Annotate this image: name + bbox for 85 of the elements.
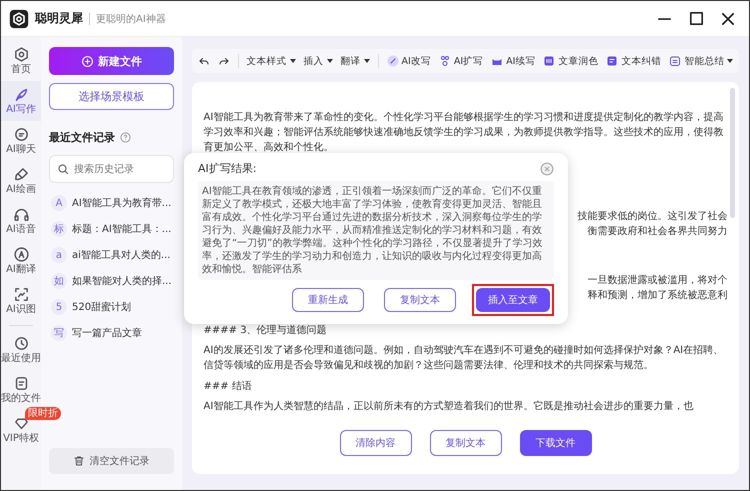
- search-field[interactable]: 搜索历史记录: [49, 155, 174, 183]
- chat-icon: [12, 126, 30, 143]
- new-file-button[interactable]: 新建文件: [49, 47, 174, 75]
- file-title: AI智能工具为教育带...: [72, 196, 172, 210]
- nav-item[interactable]: 最近使用: [1, 330, 41, 370]
- redo-button[interactable]: [218, 55, 230, 67]
- heading: #### 3、伦理与道德问题: [204, 324, 328, 338]
- file-avatar: A: [51, 195, 67, 211]
- toolbar-button[interactable]: AI改写: [386, 54, 431, 68]
- file-title: 如果智能对人类的择...: [72, 274, 172, 288]
- toolbar-button[interactable]: 智能总结: [669, 54, 734, 68]
- file-item[interactable]: A AI智能工具为教育带...: [49, 195, 174, 211]
- clear-button[interactable]: 清除内容: [340, 430, 412, 456]
- close-icon: [540, 162, 554, 176]
- app-name: 聪明灵犀: [35, 10, 83, 27]
- search-icon: [57, 163, 69, 175]
- trash-icon: [73, 455, 86, 467]
- text-line: 一旦数据泄露或被滥用，将对个: [587, 274, 728, 288]
- brush-icon: [12, 166, 30, 183]
- file-item[interactable]: a ai智能工具对人类的...: [49, 247, 174, 263]
- file-item[interactable]: 如 如果智能对人类的择...: [49, 273, 174, 289]
- minimize-icon: [658, 18, 670, 20]
- heading: ### 结语: [204, 380, 253, 394]
- paragraph: AI智能工具作为人类智慧的结晶，正以前所未有的方式塑造着我们的世界。它既是推动社会进步的重要力量，也: [204, 400, 694, 414]
- result-text: AI智能工具在教育领域的渗透，正引领着一场深刻而广泛的革命。它们不仅重新定义了教学模式，还极大地丰富了学习体验，使教育变得更加灵活、智能且富有成效。个性化学习平台通过先进的数据分析技术，深入洞察每位学生的学习行为、兴趣偏好及能力水平，从而精准推送定制化的学习材料和习题，有效避免了“一刀切”的教学弊端。这种个性化的学习路径，不仅显著提升了学习效率，还激发了学生的学习动力和创造力，让知识的吸收与内化过程变得更加高效和愉悦。智能评估系: [202, 185, 544, 276]
- clear-history-button[interactable]: 清空文件记录: [49, 448, 174, 474]
- scan-icon: [12, 286, 30, 303]
- template-button[interactable]: 选择场景模板: [49, 83, 174, 110]
- list-icon: [669, 55, 682, 67]
- close-icon: [722, 12, 734, 24]
- file-item[interactable]: 写 写一篇产品文章: [49, 325, 174, 341]
- toolbar-button[interactable]: 文章润色: [543, 54, 598, 68]
- help-icon: [120, 132, 131, 143]
- text-line: 技能要求低的岗位。这引发了社会: [577, 210, 728, 224]
- nav-item[interactable]: 首页: [1, 41, 41, 81]
- headphones-icon: [12, 206, 30, 223]
- file-avatar: 如: [51, 273, 67, 289]
- copy-button[interactable]: 复制文本: [430, 430, 502, 456]
- text-line: 释和预测，增加了系统被恶意利: [587, 288, 728, 303]
- nav-item[interactable]: AI识图: [1, 281, 41, 321]
- app-tagline: 更聪明的AI神器: [96, 12, 166, 26]
- undo-icon: [198, 55, 210, 67]
- file-avatar: 写: [51, 325, 67, 341]
- file-item[interactable]: 标 标题：AI智能工具：...: [49, 221, 174, 237]
- section-title: 最近文件记录: [49, 130, 115, 145]
- download-button[interactable]: 下载文件: [520, 430, 592, 456]
- toolbar-button[interactable]: AI续写: [491, 54, 536, 68]
- maximize-icon: [690, 12, 702, 25]
- redo-icon: [218, 55, 230, 67]
- nav-item[interactable]: AI语音: [1, 201, 41, 241]
- paragraph: AI的发展还引发了诸多伦理和道德问题。例如，自动驾驶汽车在遇到不可避免的碰撞时如何选择保护对象？AI在招聘、信贷等领域的应用是否会导致偏见和歧视的加剧？这些问题需要法律、伦理和技术的共同探索与规范。: [204, 344, 724, 373]
- toolbar-button[interactable]: 插入: [304, 54, 333, 68]
- file-avatar: 标: [51, 221, 67, 237]
- nodes-icon: [438, 55, 451, 67]
- copy-button[interactable]: 复制文本: [384, 288, 456, 312]
- toolbar-button[interactable]: 翻译: [340, 54, 370, 68]
- logo-icon: [9, 8, 29, 28]
- nav-item[interactable]: AI聊天: [1, 121, 41, 161]
- regenerate-button[interactable]: 重新生成: [292, 288, 364, 312]
- file-avatar: 5: [51, 299, 67, 315]
- calendar-icon: [543, 55, 556, 67]
- file-title: 520甜蜜计划: [72, 300, 132, 314]
- file-title: 写一篇产品文章: [72, 326, 142, 340]
- nav-item[interactable]: AI绘画: [1, 161, 41, 201]
- nav-item[interactable]: AI翻译: [1, 241, 41, 281]
- plus-circle-icon: [80, 54, 94, 68]
- file-item[interactable]: 5 520甜蜜计划: [49, 299, 174, 315]
- document-icon: [606, 55, 618, 67]
- toolbar-button[interactable]: AI扩写: [438, 54, 484, 68]
- paragraph: AI智能工具为教育带来了革命性的变化。个性化学习平台能够根据学生的学习习惯和进度提供定制化的教学内容，提高学习效率和兴趣；智能评估系统能够快速准确地反馈学生的学习成果，为教师提供教学指导。这些技术的应用，使得教育更加公平、高效和个性化。: [204, 110, 725, 155]
- nav-item[interactable]: AI写作: [1, 81, 41, 121]
- promo-badge: 限时折: [25, 407, 61, 420]
- translate-icon: [12, 246, 30, 263]
- toolbar-button[interactable]: 文本纠错: [606, 54, 662, 68]
- insert-button[interactable]: 插入至文章: [476, 288, 550, 312]
- toolbar-button[interactable]: 文本样式: [246, 54, 296, 68]
- dialog-title: AI扩写结果:: [198, 161, 256, 176]
- file-title: 标题：AI智能工具：...: [72, 222, 172, 236]
- undo-button[interactable]: [198, 55, 210, 67]
- text-line: 衡需要政府和社会各界共同努力: [587, 224, 728, 239]
- clock-icon: [12, 335, 30, 352]
- pen-icon: [386, 55, 399, 67]
- file-title: ai智能工具对人类的...: [72, 248, 170, 262]
- file-avatar: a: [51, 247, 67, 263]
- hexagon-icon: [12, 46, 30, 63]
